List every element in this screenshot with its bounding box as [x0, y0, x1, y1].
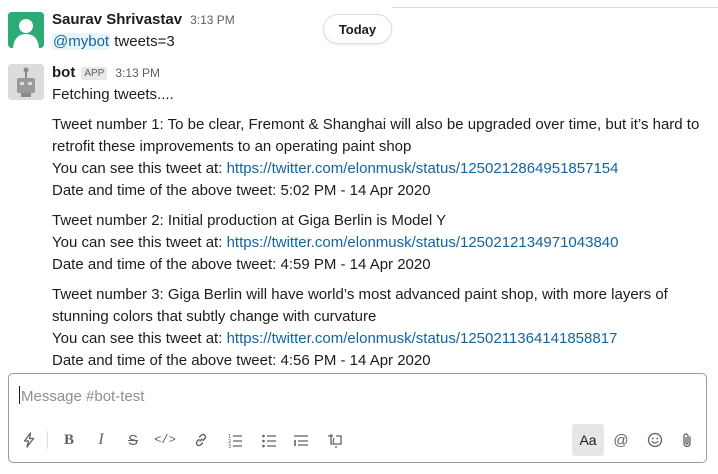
formatting-toggle-button[interactable]: Aa: [572, 424, 604, 456]
message-header: bot APP 3:13 PM: [52, 64, 160, 81]
tweet-date: Date and time of the above tweet: 4:56 P…: [52, 352, 431, 369]
tweet-link-line: You can see this tweet at: https://twitt…: [52, 330, 617, 347]
message-composer: Message #bot-test B I S </> 1 2 3 Aa @: [8, 373, 707, 463]
message-text: Fetching tweets....: [52, 86, 174, 103]
message-feed: Today Saurav Shrivastav 3:13 PM @mybot t…: [0, 0, 718, 372]
tweet-link-line: You can see this tweet at: https://twitt…: [52, 160, 619, 177]
mention-button[interactable]: @: [607, 426, 635, 454]
sender-name[interactable]: Saurav Shrivastav: [52, 11, 182, 28]
tweet-link-label: You can see this tweet at:: [52, 234, 227, 251]
link-button[interactable]: [187, 426, 215, 454]
bot-avatar[interactable]: [8, 64, 44, 100]
italic-icon: I: [98, 431, 104, 448]
mention-icon: @: [613, 431, 629, 449]
strikethrough-icon: S: [127, 431, 138, 449]
tweet-link-label: You can see this tweet at:: [52, 160, 227, 177]
tweet-date: Date and time of the above tweet: 5:02 P…: [52, 182, 431, 199]
attach-icon: [683, 433, 691, 448]
toolbar-divider: [47, 431, 48, 449]
tweet-text: Tweet number 2: Initial production at Gi…: [52, 212, 447, 229]
tweet-link[interactable]: https://twitter.com/elonmusk/status/1250…: [227, 234, 619, 251]
italic-button[interactable]: I: [87, 426, 115, 454]
day-divider-button[interactable]: Today: [323, 14, 392, 44]
sender-name[interactable]: bot: [52, 64, 75, 81]
shortcuts-button[interactable]: [15, 426, 43, 454]
bold-button[interactable]: B: [55, 426, 83, 454]
attach-button[interactable]: [673, 426, 701, 454]
user-mention[interactable]: @mybot: [52, 33, 111, 50]
emoji-icon: [647, 432, 663, 448]
message-header: Saurav Shrivastav 3:13 PM: [52, 11, 235, 28]
message-body: tweets=3: [110, 33, 175, 50]
bold-icon: B: [63, 431, 74, 448]
day-divider-line: [392, 7, 718, 8]
code-icon: </>: [154, 433, 176, 447]
tweet-text: Tweet number 3: Giga Berlin will have wo…: [52, 286, 668, 303]
code-button[interactable]: </>: [151, 426, 179, 454]
emoji-button[interactable]: [641, 426, 669, 454]
message-input[interactable]: Message #bot-test: [19, 386, 144, 405]
tweet-text: stunning colors that subtly change with …: [52, 308, 377, 325]
tweet-date: Date and time of the above tweet: 4:59 P…: [52, 256, 431, 273]
robot-icon: [8, 64, 44, 100]
bulleted-list-button[interactable]: [255, 426, 283, 454]
formatting-toolbar: B I S </> 1 2 3 Aa @: [9, 422, 706, 458]
person-icon: [8, 12, 44, 48]
lightning-icon: [23, 432, 35, 448]
message-timestamp[interactable]: 3:13 PM: [190, 13, 235, 27]
strikethrough-button[interactable]: S: [119, 426, 147, 454]
user-avatar[interactable]: [8, 12, 44, 48]
tweet-link-label: You can see this tweet at:: [52, 330, 227, 347]
bulleted-list-icon: [262, 434, 276, 448]
message-input-placeholder: Message #bot-test: [21, 388, 145, 405]
tweet-text: Tweet number 1: To be clear, Fremont & S…: [52, 116, 700, 133]
tweet-text: retrofit these improvements to an operat…: [52, 138, 412, 155]
text-caret: [19, 386, 20, 404]
blockquote-button[interactable]: [287, 426, 315, 454]
ordered-list-icon: 1 2 3: [228, 434, 242, 448]
blockquote-icon: [294, 435, 308, 446]
code-block-button[interactable]: [321, 426, 349, 454]
app-badge: APP: [81, 67, 108, 80]
ordered-list-button[interactable]: 1 2 3: [221, 426, 249, 454]
code-block-icon: [328, 434, 342, 448]
message-timestamp[interactable]: 3:13 PM: [115, 66, 160, 80]
tweet-link-line: You can see this tweet at: https://twitt…: [52, 234, 619, 251]
tweet-link[interactable]: https://twitter.com/elonmusk/status/1250…: [227, 160, 619, 177]
tweet-link[interactable]: https://twitter.com/elonmusk/status/1250…: [227, 330, 618, 347]
link-icon: [195, 433, 207, 447]
svg-text:3: 3: [228, 444, 231, 448]
message-text: @mybot tweets=3: [52, 33, 175, 50]
